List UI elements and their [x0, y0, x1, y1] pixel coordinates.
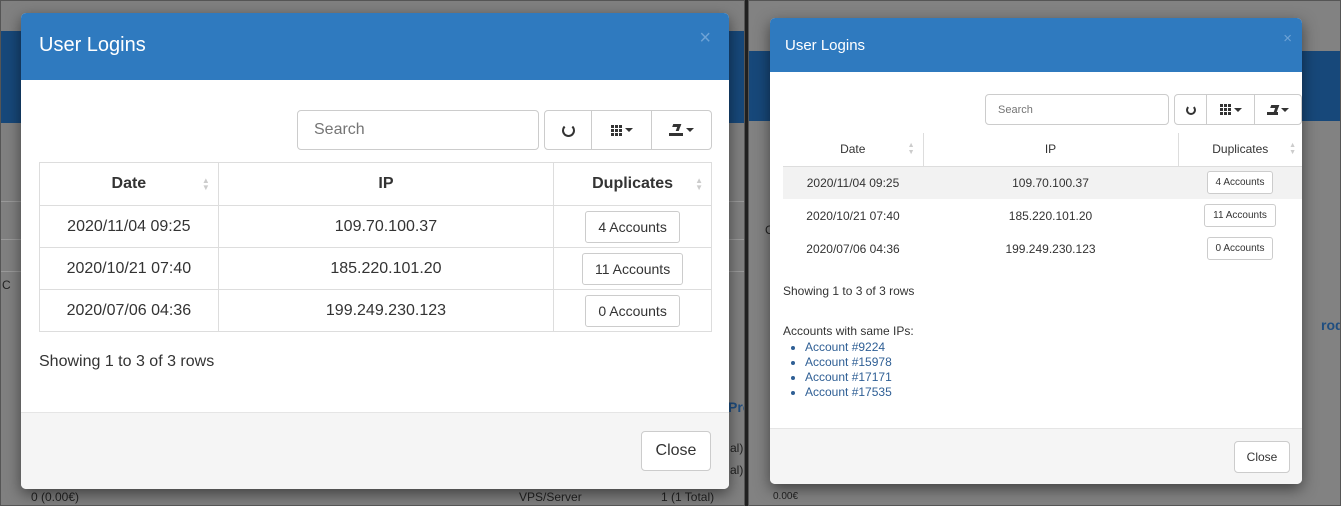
- columns-button[interactable]: [1207, 95, 1255, 124]
- close-button[interactable]: Close: [1234, 441, 1290, 473]
- refresh-button[interactable]: [545, 111, 593, 149]
- background-heading: rod: [1321, 317, 1340, 333]
- duplicates-cell: 4 Accounts: [553, 205, 712, 248]
- refresh-button[interactable]: [1175, 95, 1207, 124]
- column-header-duplicates[interactable]: Duplicates ▲ ▼: [553, 162, 712, 206]
- sort-icon: ▲ ▼: [1289, 142, 1296, 157]
- date-cell: 2020/10/21 07:40: [39, 247, 219, 290]
- modal-title: User Logins: [785, 37, 866, 54]
- modal-footer: Close: [21, 412, 729, 489]
- table-toolbar: [544, 110, 712, 150]
- ip-cell: 109.70.100.37: [1012, 175, 1089, 190]
- close-x-button[interactable]: ×: [699, 27, 711, 50]
- background-text: 0 (0.00€): [31, 490, 80, 504]
- search-input[interactable]: [297, 110, 539, 150]
- date-cell: 2020/07/06 04:36: [806, 241, 900, 256]
- table-row: 2020/11/04 09:25 109.70.100.37 4 Account…: [783, 166, 1302, 199]
- column-header-ip: IP: [217, 162, 555, 206]
- export-icon: [1267, 104, 1280, 115]
- date-cell: 2020/07/06 04:36: [39, 289, 219, 332]
- duplicates-cell: 4 Accounts: [1178, 166, 1302, 199]
- modal-header: User Logins ×: [21, 13, 729, 80]
- sort-icon: ▲ ▼: [201, 176, 210, 192]
- table-row: 2020/07/06 04:36 199.249.230.123 0 Accou…: [39, 289, 712, 332]
- account-link[interactable]: Account #17171: [805, 370, 892, 385]
- account-link[interactable]: Account #17535: [805, 385, 892, 400]
- logins-table: Date ▲ ▼ IP Duplicates ▲ ▼ 2020/11/04 09:25 …: [783, 133, 1302, 265]
- export-button[interactable]: [652, 111, 711, 149]
- account-link[interactable]: Account #9224: [805, 340, 892, 355]
- columns-icon: [610, 124, 622, 136]
- duplicates-cell: 0 Accounts: [1178, 232, 1302, 265]
- left-screenshot-panel: C Pro al) al) 0 (0.00€) VPS/Server 1 (1 …: [0, 0, 745, 506]
- background-text: al): [730, 463, 744, 477]
- chevron-down-icon: [624, 128, 633, 132]
- background-text: 0.00€: [773, 491, 799, 502]
- duplicates-cell: 0 Accounts: [553, 289, 712, 332]
- background-text: VPS/Server: [519, 490, 582, 504]
- same-ip-account-list: Account #9224 Account #15978 Account #17…: [783, 340, 892, 400]
- ip-cell: 199.249.230.123: [217, 289, 555, 332]
- modal-footer: Close: [770, 428, 1302, 484]
- duplicates-button[interactable]: 11 Accounts: [581, 252, 684, 285]
- account-link[interactable]: Account #15978: [805, 355, 892, 370]
- date-cell: 2020/11/04 09:25: [806, 175, 900, 190]
- background-heading: Pro: [728, 399, 744, 415]
- chevron-down-icon: [1233, 107, 1242, 112]
- sort-icon: ▲ ▼: [695, 176, 703, 192]
- pagination-info: Showing 1 to 3 of 3 rows: [39, 353, 215, 370]
- modal-header: User Logins ×: [770, 18, 1302, 72]
- column-header-duplicates[interactable]: Duplicates ▲ ▼: [1177, 133, 1302, 167]
- duplicates-button[interactable]: 0 Accounts: [585, 294, 680, 327]
- refresh-icon: [1185, 104, 1196, 115]
- column-header-date[interactable]: Date ▲ ▼: [783, 133, 924, 167]
- close-x-button[interactable]: ×: [1283, 30, 1292, 47]
- table-row: 2020/10/21 07:40 185.220.101.20 11 Accou…: [39, 247, 712, 290]
- duplicates-cell: 11 Accounts: [553, 247, 712, 290]
- columns-button[interactable]: [592, 111, 652, 149]
- background-text: C: [2, 278, 11, 292]
- table-toolbar: [1174, 94, 1302, 125]
- duplicates-cell: 11 Accounts: [1178, 199, 1302, 232]
- table-row: 2020/11/04 09:25 109.70.100.37 4 Account…: [39, 205, 712, 248]
- columns-icon: [1219, 104, 1231, 115]
- ip-cell: 199.249.230.123: [1005, 241, 1096, 256]
- date-cell: 2020/10/21 07:40: [806, 208, 900, 223]
- table-header-row: Date ▲ ▼ IP Duplicates ▲ ▼: [39, 162, 712, 206]
- user-logins-modal: User Logins × Date▲▼ IP Duplicate: [21, 13, 729, 489]
- chevron-down-icon: [685, 128, 694, 132]
- duplicates-button[interactable]: 4 Accounts: [1206, 171, 1274, 195]
- ip-cell: 185.220.101.20: [1008, 208, 1093, 223]
- ip-cell: 185.220.101.20: [217, 247, 555, 290]
- same-ip-heading: Accounts with same IPs:: [783, 324, 914, 338]
- chevron-down-icon: [1281, 107, 1289, 112]
- export-icon: [668, 124, 683, 136]
- table-row: 2020/07/06 04:36 199.249.230.123 0 Accou…: [783, 232, 1302, 265]
- duplicates-button[interactable]: 4 Accounts: [585, 210, 680, 243]
- duplicates-button[interactable]: 11 Accounts: [1204, 204, 1276, 227]
- column-header-date[interactable]: Date ▲ ▼: [39, 162, 219, 206]
- right-screenshot-panel: C rod 0.00€ User Logins × Date▲▼: [748, 0, 1341, 506]
- duplicates-button[interactable]: 0 Accounts: [1206, 237, 1274, 260]
- refresh-icon: [561, 123, 575, 137]
- pagination-info: Showing 1 to 3 of 3 rows: [783, 284, 915, 298]
- column-header-ip: IP: [922, 133, 1179, 167]
- search-input[interactable]: [985, 94, 1169, 125]
- modal-title: User Logins: [39, 34, 146, 56]
- export-button[interactable]: [1255, 95, 1301, 124]
- table-header-row: Date ▲ ▼ IP Duplicates ▲ ▼: [783, 133, 1302, 167]
- table-row: 2020/10/21 07:40 185.220.101.20 11 Accou…: [783, 199, 1302, 232]
- user-logins-modal: User Logins × Date▲▼ IP Duplicate: [770, 18, 1302, 484]
- sort-icon: ▲ ▼: [907, 142, 915, 157]
- background-text: 1 (1 Total): [661, 490, 715, 504]
- date-cell: 2020/11/04 09:25: [39, 205, 219, 248]
- logins-table: Date ▲ ▼ IP Duplicates ▲ ▼ 2020/11/04 09:25 …: [39, 162, 712, 332]
- close-button[interactable]: Close: [641, 431, 711, 471]
- background-text: al): [730, 441, 744, 455]
- ip-cell: 109.70.100.37: [217, 205, 555, 248]
